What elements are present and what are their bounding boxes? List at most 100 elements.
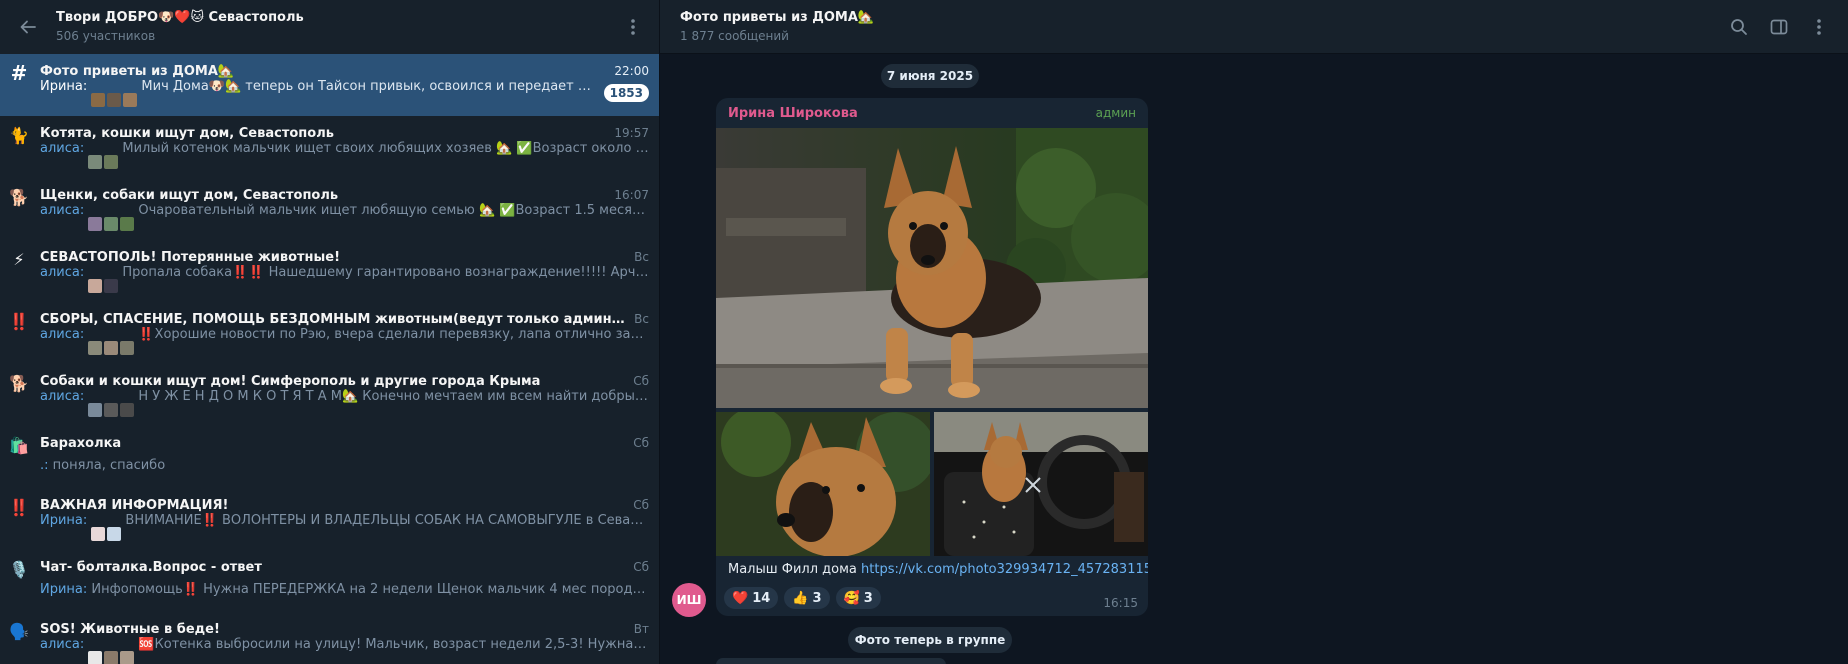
chat-info[interactable]: Фото приветы из ДОМА🏡 1 877 сообщений — [680, 9, 1726, 45]
reaction-count: 3 — [863, 590, 873, 606]
topic-item[interactable]: 🗣️ SOS! Животные в беде! Вт алиса: #e8e8… — [0, 612, 659, 664]
topic-item[interactable]: 🐕 Собаки и кошки ищут дом! Симферополь и… — [0, 364, 659, 426]
topic-time: 22:00 — [614, 64, 649, 78]
preview-thumbnail: #8a6a45 — [91, 93, 106, 107]
more-vertical-icon — [1817, 18, 1821, 35]
topic-item[interactable]: 🛍️ Барахолка Сб .: поняла, спасибо — [0, 426, 659, 488]
message-text: Малыш Филл дома https://vk.com/photo3299… — [728, 562, 1148, 577]
back-button[interactable] — [14, 13, 42, 41]
topic-preview: алиса: #7a8a9a#5a5a5a#4a4a4aН У Ж Е Н Д … — [40, 389, 649, 417]
topic-item[interactable]: ‼️ СБОРЫ, СПАСЕНИЕ, ПОМОЩЬ БЕЗДОМНЫМ жив… — [0, 302, 659, 364]
group-title: Твори ДОБРО🐶❤️🐱 Севастополь — [56, 10, 304, 25]
topic-item[interactable]: 🐕 Щенки, собаки ищут дом, Севастополь 16… — [0, 178, 659, 240]
topic-title: ВАЖНАЯ ИНФОРМАЦИЯ! — [40, 497, 229, 513]
more-vertical-icon — [631, 19, 635, 35]
group-info[interactable]: Твори ДОБРО🐶❤️🐱 Севастополь 506 участник… — [56, 9, 619, 45]
photo-thumbnail-2[interactable] — [934, 412, 1148, 556]
topic-sender: алиса: — [40, 203, 85, 218]
admin-badge: админ — [1095, 106, 1136, 120]
chat-header: Фото приветы из ДОМА🏡 1 877 сообщений — [660, 0, 1848, 54]
topic-sender: алиса: — [40, 141, 85, 156]
preview-thumbnail: #e8d8d8 — [91, 527, 106, 541]
topic-preview-text: ВНИМАНИЕ‼️ ВОЛОНТЕРЫ И ВЛАДЕЛЬЦЫ СОБАК Н… — [125, 513, 649, 528]
chat-title: Фото приветы из ДОМА🏡 — [680, 9, 875, 25]
topic-item[interactable]: ⚡ СЕВАСТОПОЛЬ! Потерянные животные! Вс а… — [0, 240, 659, 302]
reaction-chip[interactable]: 🥰 3 — [835, 587, 881, 609]
group-menu-button[interactable] — [619, 13, 647, 41]
topic-list: # Фото приветы из ДОМА🏡 22:00 Ирина: #8a… — [0, 54, 659, 664]
topic-item[interactable]: # Фото приветы из ДОМА🏡 22:00 Ирина: #8a… — [0, 54, 659, 116]
topic-item[interactable]: ‼️ ВАЖНАЯ ИНФОРМАЦИЯ! Сб Ирина: #e8d8d8#… — [0, 488, 659, 550]
topic-title: Котята, кошки ищут дом, Севастополь — [40, 125, 334, 141]
topic-time: Вс — [634, 250, 649, 264]
topic-preview-text: Инфопомощь‼️ Нужна ПЕРЕДЕРЖКА на 2 недел… — [91, 581, 649, 597]
preview-thumbnail: #6a5a4a — [107, 93, 122, 107]
topic-time: Вс — [634, 312, 649, 326]
preview-thumbnails: #8a7a9a#6a8a6a#5a7a4a — [88, 217, 135, 231]
topic-preview-text: Очаровательный мальчик ищет любящую семь… — [138, 203, 649, 218]
preview-thumbnail: #8a7a6a — [104, 651, 119, 664]
topic-sender: алиса: — [40, 265, 85, 280]
topic-item[interactable]: 🎙️ Чат- болталка.Вопрос - ответ Сб Ирина… — [0, 550, 659, 612]
reaction-emoji: ❤️ — [732, 590, 749, 606]
message-time: 16:15 — [1103, 596, 1138, 610]
reactions-bar: ❤️ 14 👍 3 🥰 3 — [724, 587, 881, 609]
topic-preview-text: поняла, спасибо — [52, 457, 166, 473]
group-header: Твори ДОБРО🐶❤️🐱 Севастополь 506 участник… — [0, 0, 659, 54]
topic-preview-text: Пропала собака‼️‼️ Нашедшему гарантирова… — [122, 265, 649, 280]
preview-thumbnails: #8a8a7a#9a8a7a#7a7a6a — [88, 341, 135, 355]
topic-icon: 🛍️ — [9, 435, 29, 455]
reaction-emoji: 👍 — [792, 590, 809, 606]
topic-preview: .: поняла, спасибо — [40, 458, 649, 473]
topic-sender: Ирина: — [40, 513, 88, 528]
topic-preview-text: Мич Дома🐶🏡 теперь он Тайсон привык, осво… — [141, 79, 598, 94]
preview-thumbnails: #e8d8d8#c8d8e8 — [91, 527, 122, 541]
topic-sender: Ирина: — [40, 79, 88, 94]
topic-icon: 🐕 — [9, 373, 29, 393]
topic-title: SOS! Животные в беде! — [40, 621, 220, 637]
preview-thumbnail: #9a8a7a — [104, 341, 119, 355]
topic-icon: ‼️ — [9, 497, 29, 517]
search-button[interactable] — [1726, 14, 1752, 40]
search-icon — [1731, 18, 1747, 35]
sidebar-toggle-button[interactable] — [1766, 14, 1792, 40]
topic-title: Собаки и кошки ищут дом! Симферополь и д… — [40, 373, 541, 389]
topic-title: Фото приветы из ДОМА🏡 — [40, 63, 235, 79]
preview-thumbnail: #6a8a6a — [104, 217, 119, 231]
topic-preview: алиса: #7a8a7a#6a7a5aМилый котенок мальч… — [40, 141, 649, 169]
message-author[interactable]: Ирина Широкова — [728, 106, 858, 121]
unread-badge: 1853 — [603, 84, 649, 102]
reaction-chip[interactable]: 👍 3 — [784, 587, 830, 609]
chat-menu-button[interactable] — [1806, 14, 1832, 40]
chat-pane: Фото приветы из ДОМА🏡 1 877 сообщений 7 … — [660, 0, 1848, 664]
sidebar-panel-icon — [1770, 19, 1788, 34]
message-caption: Малыш Филл дома — [728, 562, 857, 577]
preview-thumbnail: #7a7a6a — [120, 341, 135, 355]
topic-sender: алиса: — [40, 389, 85, 404]
reaction-emoji: 🥰 — [843, 590, 860, 606]
telegram-app: Твори ДОБРО🐶❤️🐱 Севастополь 506 участник… — [0, 0, 1848, 664]
preview-thumbnail: #3a3a4a — [104, 279, 119, 293]
photo-thumbnail-1[interactable] — [716, 412, 930, 556]
preview-thumbnails: #7a8a9a#5a5a5a#4a4a4a — [88, 403, 135, 417]
topic-title: СЕВАСТОПОЛЬ! Потерянные животные! — [40, 249, 341, 265]
preview-thumbnail: #6a7a5a — [104, 155, 119, 169]
message-link[interactable]: https://vk.com/photo329934712_457283115 — [861, 562, 1148, 577]
chat-message-count: 1 877 сообщений — [680, 28, 789, 43]
topic-sender: алиса: — [40, 637, 85, 652]
preview-thumbnail: #5a7a4a — [120, 217, 135, 231]
topic-time: Сб — [633, 498, 649, 512]
next-message-preview — [716, 658, 946, 664]
topic-preview-text: Н У Ж Е Н Д О М К О Т Я Т А М🏡 Конечно м… — [138, 389, 649, 404]
photo-main[interactable] — [716, 128, 1148, 408]
avatar[interactable]: ИШ — [672, 583, 706, 617]
topic-time: Вт — [633, 622, 649, 636]
group-member-count: 506 участников — [56, 29, 156, 43]
reaction-chip[interactable]: ❤️ 14 — [724, 587, 779, 609]
arrow-left-icon — [20, 20, 36, 34]
reaction-count: 14 — [752, 590, 771, 606]
topic-icon: 🎙️ — [9, 559, 29, 579]
topic-item[interactable]: 🐈 Котята, кошки ищут дом, Севастополь 19… — [0, 116, 659, 178]
topic-icon: 🗣️ — [9, 621, 29, 641]
preview-thumbnail: #7a8a7a — [88, 155, 103, 169]
